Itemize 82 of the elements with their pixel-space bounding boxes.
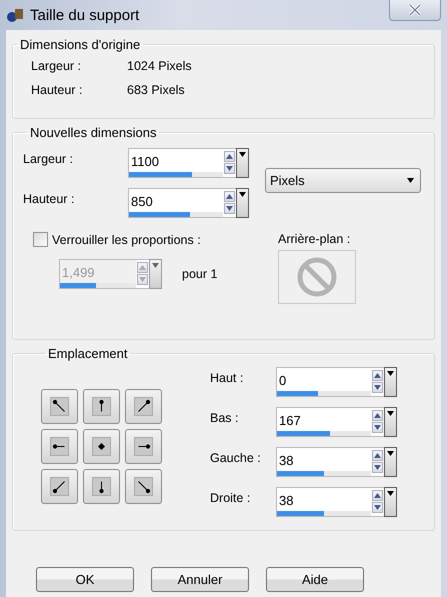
group-title: Emplacement (47, 346, 128, 361)
group-title: Nouvelles dimensions (29, 125, 158, 140)
group-title: Dimensions d'origine (19, 37, 142, 52)
caret-icon (226, 206, 233, 211)
dropdown-button[interactable] (384, 407, 397, 437)
field-label: Hauteur : (23, 191, 76, 208)
field-value: 683 Pixels (127, 83, 185, 97)
spin-up-button[interactable] (224, 191, 235, 202)
up-triangle-icon (374, 413, 381, 418)
caret-icon (374, 505, 381, 510)
field-label: Arrière-plan : (278, 232, 352, 246)
spin-down-button[interactable] (372, 462, 383, 473)
field-label: Hauteur : (31, 83, 84, 97)
spin-up-button[interactable] (372, 370, 383, 381)
anchor-button[interactable] (125, 469, 162, 504)
checkbox-label: Verrouiller les proportions : (52, 232, 201, 246)
number-field[interactable]: 38 (276, 487, 371, 511)
caret-icon (387, 451, 394, 456)
anchor-button[interactable] (41, 429, 78, 464)
caret-icon (374, 425, 381, 430)
caret-icon (387, 411, 394, 416)
caret-icon (226, 166, 233, 171)
anchor-button[interactable] (83, 389, 120, 424)
prohibited-icon (296, 256, 338, 298)
number-field[interactable]: 38 (276, 447, 371, 471)
field-label: Droite : (210, 490, 252, 507)
spin-up-button[interactable] (224, 151, 235, 162)
up-triangle-icon (226, 194, 233, 199)
unit-dropdown[interactable]: Pixels (265, 168, 421, 193)
anchor-button[interactable] (41, 469, 78, 504)
caret-icon (152, 263, 159, 268)
dropdown-button[interactable] (236, 148, 249, 178)
anchor-button[interactable] (125, 429, 162, 464)
up-triangle-icon (374, 453, 381, 458)
spin-down-button[interactable] (372, 422, 383, 433)
field-label: Haut : (210, 370, 244, 387)
up-triangle-icon (139, 265, 146, 270)
background-swatch[interactable] (278, 250, 356, 304)
field-value: 1024 Pixels (127, 59, 192, 73)
anchor-button[interactable] (83, 429, 120, 464)
caret-icon (374, 385, 381, 390)
spin-down-button[interactable] (372, 502, 383, 513)
app-icon (6, 6, 24, 24)
caret-icon (239, 192, 246, 197)
caret-icon (387, 371, 394, 376)
spin-down-button[interactable] (224, 163, 235, 174)
up-triangle-icon (374, 373, 381, 378)
dropdown-button[interactable] (384, 447, 397, 477)
up-triangle-icon (374, 493, 381, 498)
field-label: Bas : (210, 410, 240, 427)
dialog-button[interactable]: Aide (266, 567, 364, 592)
window-title: Taille du support (30, 6, 140, 24)
up-triangle-icon (226, 154, 233, 159)
close-icon (408, 4, 422, 16)
dialog-button[interactable]: OK (36, 567, 134, 592)
number-field[interactable]: 167 (276, 407, 371, 431)
caret-icon (139, 277, 146, 282)
spin-down-button[interactable] (372, 382, 383, 393)
close-button[interactable] (389, 0, 441, 20)
caret-icon (407, 178, 414, 183)
caret-icon (387, 491, 394, 496)
lock-checkbox[interactable] (33, 232, 48, 247)
spin-up-button[interactable] (372, 410, 383, 421)
anchor-button[interactable] (41, 389, 78, 424)
field-label: Largeur : (31, 59, 82, 73)
caret-icon (239, 152, 246, 157)
dropdown-button[interactable] (236, 188, 249, 218)
spin-up-button[interactable] (372, 450, 383, 461)
field-label: Largeur : (23, 151, 74, 168)
dropdown-button[interactable] (384, 487, 397, 517)
field-label: Gauche : (210, 450, 262, 467)
anchor-button[interactable] (125, 389, 162, 424)
number-field[interactable]: 850 (128, 188, 223, 212)
spin-down-button[interactable] (224, 203, 235, 214)
dropdown-button[interactable] (384, 367, 397, 397)
caret-icon (374, 465, 381, 470)
number-field[interactable]: 0 (276, 367, 371, 391)
dialog-button[interactable]: Annuler (151, 567, 249, 592)
number-field[interactable]: 1100 (128, 148, 223, 172)
anchor-button[interactable] (83, 469, 120, 504)
ratio-suffix: pour 1 (182, 267, 218, 281)
spin-up-button[interactable] (372, 490, 383, 501)
